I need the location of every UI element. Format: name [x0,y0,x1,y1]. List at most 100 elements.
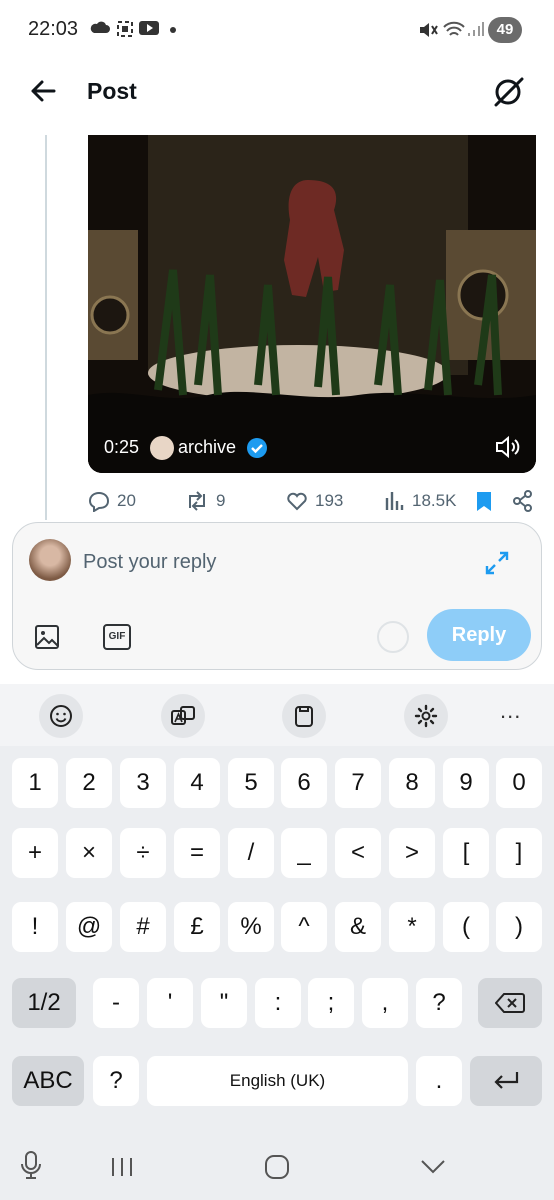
key-right-paren[interactable]: ) [496,902,542,952]
avatar[interactable] [29,539,71,581]
backspace-key[interactable] [478,978,542,1028]
reply-count: 20 [117,491,136,510]
key-colon[interactable]: : [255,978,301,1028]
key-5[interactable]: 5 [228,758,274,808]
key-hash[interactable]: # [120,902,166,952]
key-4[interactable]: 4 [174,758,220,808]
reply-button[interactable]: Reply [427,609,531,661]
key-percent[interactable]: % [228,902,274,952]
key-0[interactable]: 0 [496,758,542,808]
key-abc[interactable]: ABC [12,1056,84,1106]
microphone-icon[interactable] [20,1150,42,1180]
key-asterisk[interactable]: * [389,902,435,952]
top-app-bar: Post [0,60,554,135]
key-left-paren[interactable]: ( [443,902,489,952]
key-equals[interactable]: = [174,828,220,878]
repost-icon [189,491,205,511]
views-action[interactable]: 18.5K [385,488,456,514]
bookmark-icon [477,492,491,511]
reply-composer: Post your reply GIF Reply [12,522,542,670]
status-time: 22:03 [28,18,79,40]
key-caret[interactable]: ^ [281,902,327,952]
back-button[interactable] [28,76,68,108]
share-button[interactable] [512,488,541,514]
key-9[interactable]: 9 [443,758,489,808]
key-6[interactable]: 6 [281,758,327,808]
key-semicolon[interactable]: ; [308,978,354,1028]
key-greater-than[interactable]: > [389,828,435,878]
key-2[interactable]: 2 [66,758,112,808]
key-apostrophe[interactable]: ' [147,978,193,1028]
reply-icon [88,491,110,512]
cloud-icon [90,21,110,33]
signal-icon [468,22,484,36]
emoji-icon [50,705,72,727]
battery-indicator: 49 [488,17,522,43]
key-7[interactable]: 7 [335,758,381,808]
verified-badge-icon [247,438,267,458]
gif-icon[interactable]: GIF [103,624,131,650]
more-options-button[interactable]: ... [500,698,521,724]
key-right-bracket[interactable]: ] [496,828,542,878]
key-exclamation[interactable]: ! [12,902,58,952]
share-icon [513,490,532,512]
key-quote[interactable]: " [201,978,247,1028]
gear-icon [414,704,438,728]
thread-line [45,135,47,520]
reply-input[interactable]: Post your reply [83,551,216,574]
clipboard-icon [295,706,313,727]
views-icon [385,492,404,510]
key-page-toggle[interactable]: 1/2 [12,978,76,1028]
key-ampersand[interactable]: & [335,902,381,952]
key-question[interactable]: ? [416,978,462,1028]
expand-icon[interactable] [483,549,511,577]
repost-count: 9 [216,491,226,510]
page-title: Post [87,78,137,104]
key-period[interactable]: . [416,1056,462,1106]
key-left-bracket[interactable]: [ [443,828,489,878]
key-plus[interactable]: + [12,828,58,878]
key-1[interactable]: 1 [12,758,58,808]
key-3[interactable]: 3 [120,758,166,808]
views-count: 18.5K [412,491,457,510]
key-multiply[interactable]: × [66,828,112,878]
video-frame [88,135,536,473]
reply-action[interactable]: 20 [88,488,136,514]
volume-icon[interactable] [494,434,520,460]
image-icon[interactable] [33,623,61,651]
key-8[interactable]: 8 [389,758,435,808]
clipboard-button[interactable] [282,694,326,738]
space-bar[interactable]: English (UK) [147,1056,408,1106]
like-count: 193 [315,491,344,510]
bookmark-button[interactable] [474,488,501,514]
screenshot-icon [117,21,133,37]
key-underscore[interactable]: _ [281,828,327,878]
key-divide[interactable]: ÷ [120,828,166,878]
like-action[interactable]: 193 [286,488,343,514]
key-slash[interactable]: / [228,828,274,878]
key-pound[interactable]: £ [174,902,220,952]
video-elapsed-time: 0:25 [104,437,140,457]
key-hyphen[interactable]: - [93,978,139,1028]
translate-button[interactable] [161,694,205,738]
dot-icon [170,27,176,33]
chevron-down-icon[interactable] [420,1158,446,1176]
video-player[interactable]: 0:25 archive [88,135,536,473]
repost-action[interactable]: 9 [185,488,225,514]
key-question-2[interactable]: ? [93,1056,139,1106]
emoji-button[interactable] [39,694,83,738]
key-comma[interactable]: , [362,978,408,1028]
settings-button[interactable] [404,694,448,738]
keyboard-toolbar: ... [0,684,554,746]
translate-icon [171,706,195,725]
recent-apps-icon[interactable] [110,1156,134,1178]
video-username[interactable]: archive [178,437,236,458]
home-icon[interactable] [264,1154,290,1180]
grok-button[interactable] [490,74,528,112]
key-at[interactable]: @ [66,902,112,952]
character-count-circle [377,621,409,653]
enter-key[interactable] [470,1056,542,1106]
key-less-than[interactable]: < [335,828,381,878]
backspace-icon [494,993,525,1013]
mute-icon [420,23,438,37]
